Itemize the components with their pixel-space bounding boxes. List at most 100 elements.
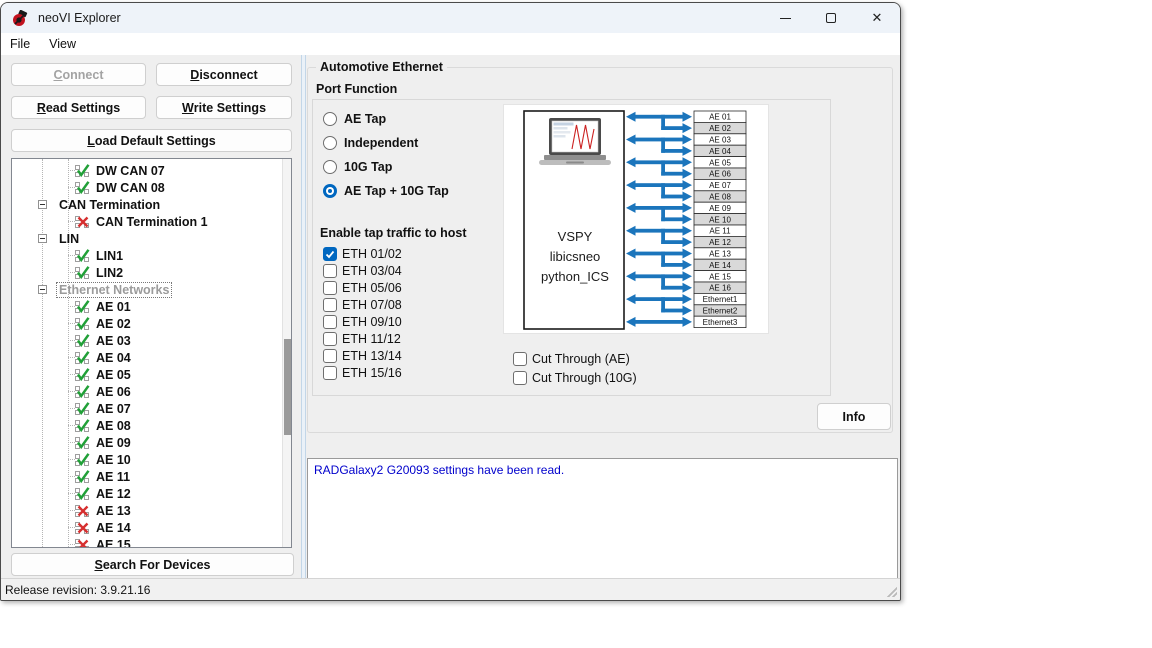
read-settings-button[interactable]: Read Settings <box>11 96 146 119</box>
checkbox-eth-09-10[interactable]: ETH 09/10 <box>323 314 402 330</box>
radio-ae-tap-10g-tap[interactable]: AE Tap + 10G Tap <box>323 183 449 199</box>
radio-icon[interactable] <box>323 136 337 150</box>
svg-text:AE 05: AE 05 <box>709 158 731 167</box>
device-tree[interactable]: DW CAN 07 DW CAN 08 CAN Termination CAN … <box>11 158 292 548</box>
checkbox-label: ETH 13/14 <box>342 349 402 363</box>
checkbox-icon[interactable] <box>323 366 337 380</box>
close-icon[interactable]: ✕ <box>854 3 900 33</box>
collapse-expander-icon[interactable] <box>38 285 47 294</box>
tree-item-label: AE 05 <box>96 368 131 382</box>
status-message-box: RADGalaxy2 G20093 settings have been rea… <box>307 458 898 579</box>
radio-label: AE Tap + 10G Tap <box>344 184 449 198</box>
tree-item-ae-12[interactable]: AE 12 <box>12 485 291 502</box>
tree-item-ae-06[interactable]: AE 06 <box>12 383 291 400</box>
tree-item-ae-11[interactable]: AE 11 <box>12 468 291 485</box>
tree-connector <box>68 544 75 545</box>
radio-ae-tap[interactable]: AE Tap <box>323 111 386 127</box>
checkbox-icon[interactable] <box>323 298 337 312</box>
checkbox-eth-13-14[interactable]: ETH 13/14 <box>323 348 402 364</box>
checkbox-icon[interactable] <box>513 352 527 366</box>
svg-text:Ethernet2: Ethernet2 <box>703 307 738 316</box>
menu-file[interactable]: File <box>10 37 30 51</box>
checkbox-icon[interactable] <box>323 264 337 278</box>
tree-item-ae-04[interactable]: AE 04 <box>12 349 291 366</box>
tree-item-ae-03[interactable]: AE 03 <box>12 332 291 349</box>
tree-item-lin2[interactable]: LIN2 <box>12 264 291 281</box>
maximize-icon[interactable] <box>808 3 854 33</box>
radio-label: Independent <box>344 136 418 150</box>
checkbox-icon[interactable] <box>323 315 337 329</box>
enabled-check-icon <box>75 334 90 348</box>
tree-item-ae-14[interactable]: AE 14 <box>12 519 291 536</box>
tree-item-ae-08[interactable]: AE 08 <box>12 417 291 434</box>
tree-scrollbar-thumb[interactable] <box>284 339 291 435</box>
radio-icon[interactable] <box>323 112 337 126</box>
collapse-expander-icon[interactable] <box>38 200 47 209</box>
tree-item-ethernet-networks[interactable]: Ethernet Networks <box>12 281 291 298</box>
load-default-settings-button[interactable]: Load Default Settings <box>11 129 292 152</box>
svg-text:AE 12: AE 12 <box>709 238 731 247</box>
checkbox-eth-01-02[interactable]: ETH 01/02 <box>323 246 402 262</box>
tree-item-can-termination[interactable]: CAN Termination <box>12 196 291 213</box>
tree-item-ae-10[interactable]: AE 10 <box>12 451 291 468</box>
tree-item-label: LIN <box>59 232 79 246</box>
tree-item-dw-can-07[interactable]: DW CAN 07 <box>12 162 291 179</box>
tree-item-label: AE 02 <box>96 317 131 331</box>
checkbox-eth-05-06[interactable]: ETH 05/06 <box>323 280 402 296</box>
connect-button[interactable]: Connect <box>11 63 146 86</box>
checkbox-eth-07-08[interactable]: ETH 07/08 <box>323 297 402 313</box>
tree-item-ae-02[interactable]: AE 02 <box>12 315 291 332</box>
checkbox-label: ETH 03/04 <box>342 264 402 278</box>
checkbox-icon[interactable] <box>323 281 337 295</box>
enabled-check-icon <box>75 181 90 195</box>
svg-text:AE 07: AE 07 <box>709 181 731 190</box>
checkbox-eth-11-12[interactable]: ETH 11/12 <box>323 331 401 347</box>
minimize-icon[interactable] <box>762 3 808 33</box>
tree-item-label: DW CAN 08 <box>96 181 165 195</box>
radio-icon[interactable] <box>323 160 337 174</box>
tree-connector <box>68 408 75 409</box>
svg-text:AE 15: AE 15 <box>709 272 731 281</box>
checkbox-cut-through-ae-[interactable]: Cut Through (AE) <box>513 351 630 367</box>
checkbox-icon[interactable] <box>323 332 337 346</box>
tree-connector <box>68 459 75 460</box>
tree-item-ae-01[interactable]: AE 01 <box>12 298 291 315</box>
enabled-check-icon <box>75 249 90 263</box>
tree-item-can-termination-1[interactable]: CAN Termination 1 <box>12 213 291 230</box>
tree-item-ae-13[interactable]: AE 13 <box>12 502 291 519</box>
checkbox-icon[interactable] <box>513 371 527 385</box>
radio-10g-tap[interactable]: 10G Tap <box>323 159 392 175</box>
tree-connector <box>68 476 75 477</box>
checkbox-eth-03-04[interactable]: ETH 03/04 <box>323 263 402 279</box>
radio-independent[interactable]: Independent <box>323 135 418 151</box>
tree-item-lin[interactable]: LIN <box>12 230 291 247</box>
title-bar[interactable]: neoVI Explorer ✕ <box>1 3 900 33</box>
tree-item-ae-09[interactable]: AE 09 <box>12 434 291 451</box>
svg-text:AE 01: AE 01 <box>709 113 731 122</box>
search-for-devices-button[interactable]: Search For Devices <box>11 553 294 576</box>
port-function-title: Port Function <box>316 82 397 96</box>
checkbox-eth-15-16[interactable]: ETH 15/16 <box>323 365 402 381</box>
svg-text:AE 13: AE 13 <box>709 250 731 259</box>
checkbox-cut-through-10g-[interactable]: Cut Through (10G) <box>513 370 637 386</box>
info-button[interactable]: Info <box>817 403 891 430</box>
tree-item-ae-07[interactable]: AE 07 <box>12 400 291 417</box>
menu-view[interactable]: View <box>49 37 76 51</box>
tree-item-label: AE 11 <box>96 470 130 484</box>
write-settings-button[interactable]: Write Settings <box>156 96 292 119</box>
tree-item-label: AE 12 <box>96 487 131 501</box>
enabled-check-icon <box>75 351 90 365</box>
resize-grip-icon[interactable] <box>887 587 897 597</box>
radio-icon[interactable] <box>323 184 337 198</box>
tree-item-ae-05[interactable]: AE 05 <box>12 366 291 383</box>
checkbox-icon[interactable] <box>323 349 337 363</box>
tree-item-dw-can-08[interactable]: DW CAN 08 <box>12 179 291 196</box>
enabled-check-icon <box>75 487 90 501</box>
tree-item-ae-15[interactable]: AE 15 <box>12 536 291 548</box>
tree-scrollbar[interactable] <box>282 159 291 547</box>
disconnect-button[interactable]: Disconnect <box>156 63 292 86</box>
tree-item-label: DW CAN 07 <box>96 164 165 178</box>
collapse-expander-icon[interactable] <box>38 234 47 243</box>
tree-item-lin1[interactable]: LIN1 <box>12 247 291 264</box>
checkbox-icon[interactable] <box>323 247 337 261</box>
